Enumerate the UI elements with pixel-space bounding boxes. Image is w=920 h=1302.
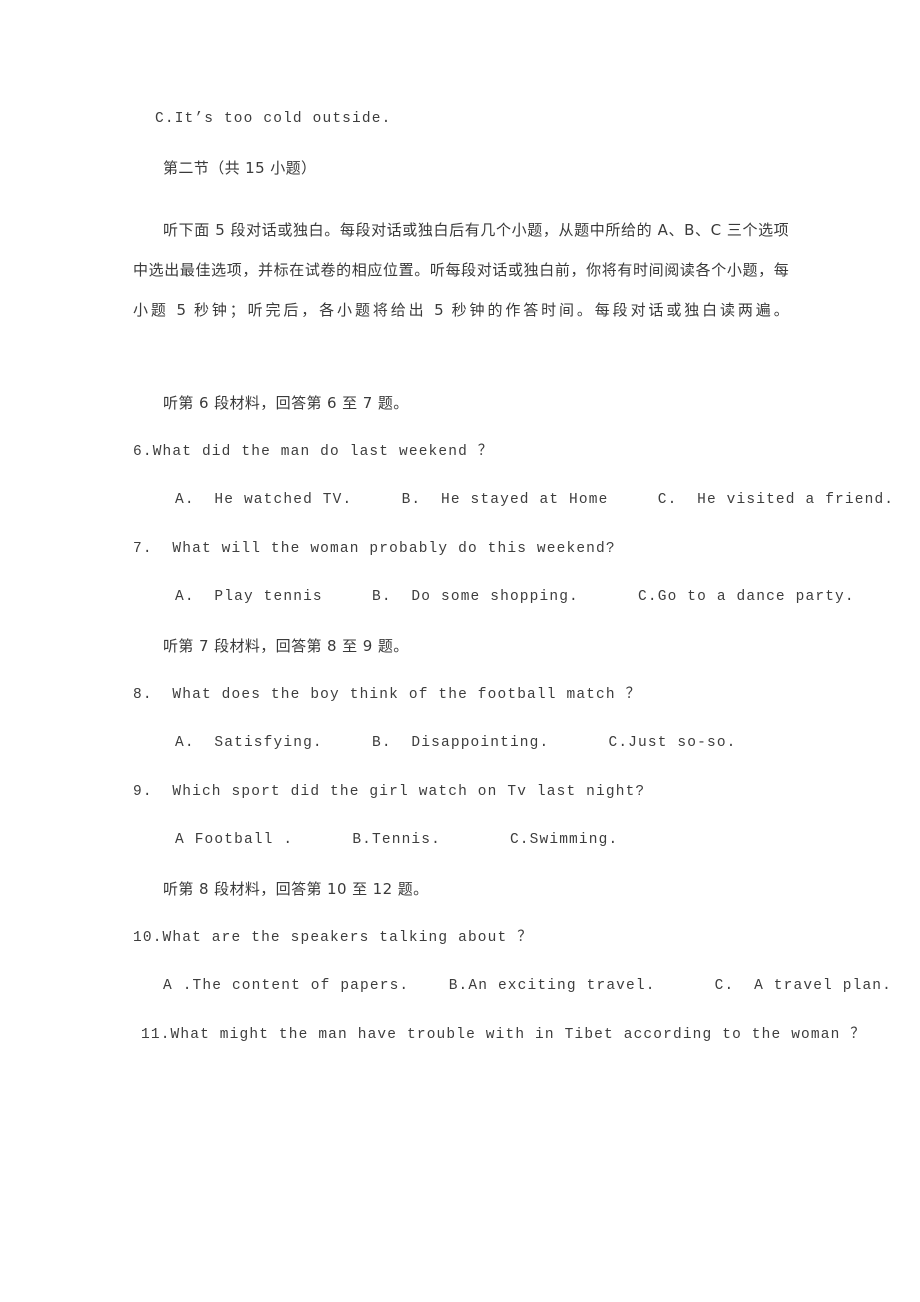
exam-page: C.It’s too cold outside. 第二节（共 15 小题） 听下…	[0, 0, 920, 1302]
material-cue-7: 听第 7 段材料，回答第 8 至 9 题。	[163, 636, 409, 655]
material-cue-8: 听第 8 段材料，回答第 10 至 12 题。	[163, 879, 429, 898]
question-stem-6: 6.What did the man do last weekend ？	[133, 443, 494, 460]
question-options-7[interactable]: A. Play tennis B. Do some shopping. C.Go…	[133, 590, 854, 605]
question-stem-9: 9. Which sport did the girl watch on Tv …	[133, 783, 646, 800]
question-stem-8: 8. What does the boy think of the footba…	[133, 686, 642, 703]
question-stem-11: 11.What might the man have trouble with …	[141, 1026, 866, 1043]
question-options-8[interactable]: A. Satisfying. B. Disappointing. C.Just …	[133, 736, 789, 751]
section-instructions: 听下面 5 段对话或独白。每段对话或独白后有几个小题，从题中所给的 A、B、C …	[133, 220, 789, 319]
dangling-option-c: C.It’s too cold outside.	[155, 111, 392, 127]
question-stem-7: 7. What will the woman probably do this …	[133, 540, 616, 557]
section-heading: 第二节（共 15 小题）	[163, 158, 317, 177]
question-options-10[interactable]: A .The content of papers. B.An exciting …	[133, 979, 891, 994]
question-stem-10: 10.What are the speakers talking about ？	[133, 929, 533, 946]
question-options-6[interactable]: A. He watched TV. B. He stayed at Home C…	[133, 493, 893, 508]
question-options-9[interactable]: A Football . B.Tennis. C.Swimming.	[133, 833, 789, 848]
material-cue-6: 听第 6 段材料，回答第 6 至 7 题。	[163, 393, 409, 412]
page-content: C.It’s too cold outside. 第二节（共 15 小题） 听下…	[133, 111, 893, 1043]
